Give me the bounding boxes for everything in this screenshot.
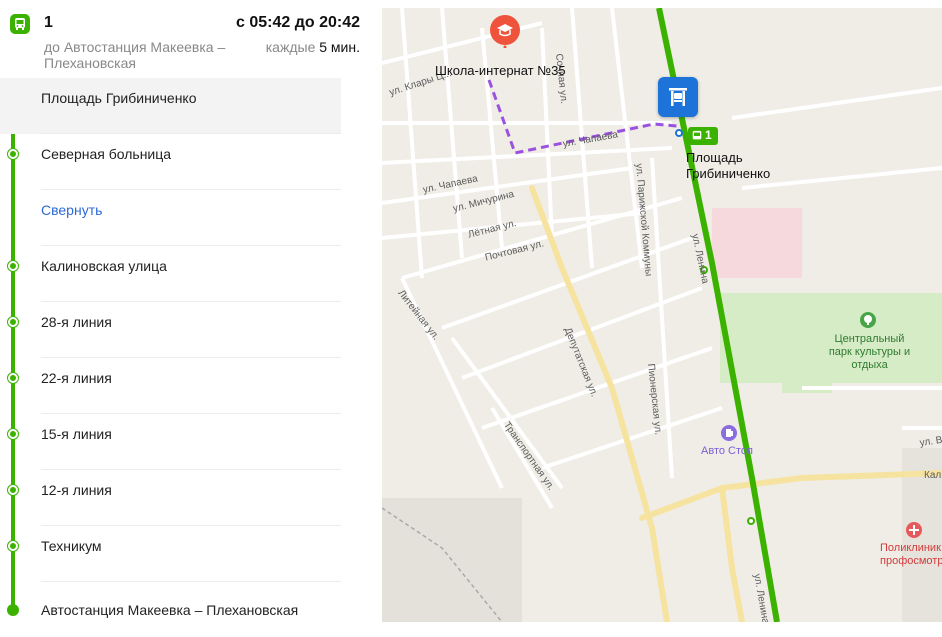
route-number: 1 (44, 14, 53, 31)
route-chip-number: 1 (705, 128, 712, 142)
stop-item[interactable]: Автостанция Макеевка – Плехановская (0, 582, 341, 637)
map-view[interactable]: ул. Клары Ц... ул. Чапаева ул. Чапаева у… (382, 8, 942, 622)
route-interval: каждые 5 мин. (266, 39, 360, 55)
school-pin-icon[interactable] (488, 14, 522, 49)
stop-label: 15-я линия (41, 426, 112, 442)
stop-dot (8, 429, 18, 439)
stop-map-label: Площадь Грибиниченко (686, 150, 771, 181)
stop-item[interactable]: Техникум (0, 526, 341, 582)
stop-dot (8, 317, 18, 327)
stop-item[interactable]: 28-я линия (0, 302, 341, 358)
stop-dot (8, 149, 18, 159)
gas-station-label: Авто Стоп (701, 445, 753, 457)
stop-label: 12-я линия (41, 482, 112, 498)
stop-item[interactable]: 15-я линия (0, 414, 341, 470)
stop-item[interactable]: 22-я линия (0, 358, 341, 414)
app-root: 1 до Автостанция Макеевка – Плехановская… (0, 0, 942, 637)
gas-station-icon[interactable] (721, 425, 737, 441)
stop-label: Северная больница (41, 146, 172, 162)
stop-dot (8, 541, 18, 551)
bus-icon (10, 14, 30, 34)
bus-stop-marker-icon[interactable] (658, 77, 698, 117)
street-label: Кал (924, 470, 942, 481)
stop-label: Калиновская улица (41, 258, 167, 274)
stop-label: Свернуть (41, 202, 103, 218)
stop-item[interactable]: Площадь Грибиниченко (0, 78, 341, 134)
stop-point-marker (675, 129, 683, 137)
route-chip[interactable]: 1 (688, 127, 718, 145)
stop-label: Площадь Грибиниченко (41, 90, 197, 106)
route-header: 1 до Автостанция Макеевка – Плехановская… (0, 0, 370, 80)
clinic-icon[interactable] (906, 522, 922, 538)
stop-label: Техникум (41, 538, 102, 554)
collapse-stops-button[interactable]: Свернуть (0, 190, 341, 246)
stop-item[interactable]: Северная больница (0, 134, 341, 190)
stop-dot (8, 485, 18, 495)
stop-dot (8, 373, 18, 383)
bus-icon (692, 130, 702, 140)
park-label: Центральный парк культуры и отдыха (828, 333, 911, 371)
stop-label: Автостанция Макеевка – Плехановская (41, 602, 299, 618)
school-label: Школа-интернат №35 (435, 63, 566, 78)
stop-label: 28-я линия (41, 314, 112, 330)
stop-item[interactable]: Калиновская улица (0, 246, 341, 302)
stop-label: 22-я линия (41, 370, 112, 386)
park-icon[interactable] (860, 312, 876, 328)
clinic-label: Поликлиник профосмотр (880, 542, 942, 567)
hospital-area (712, 208, 802, 278)
route-schedule: с 05:42 до 20:42 (235, 14, 360, 31)
route-stop-point-2 (747, 517, 755, 525)
route-panel: 1 до Автостанция Макеевка – Плехановская… (0, 0, 382, 637)
stop-dot (8, 261, 18, 271)
interval-prefix: каждые (265, 39, 316, 55)
stop-item[interactable]: 12-я линия (0, 470, 341, 526)
interval-value: 5 мин. (319, 39, 360, 55)
stop-dot (7, 604, 19, 616)
route-direction: до Автостанция Макеевка – Плехановская (44, 39, 226, 71)
